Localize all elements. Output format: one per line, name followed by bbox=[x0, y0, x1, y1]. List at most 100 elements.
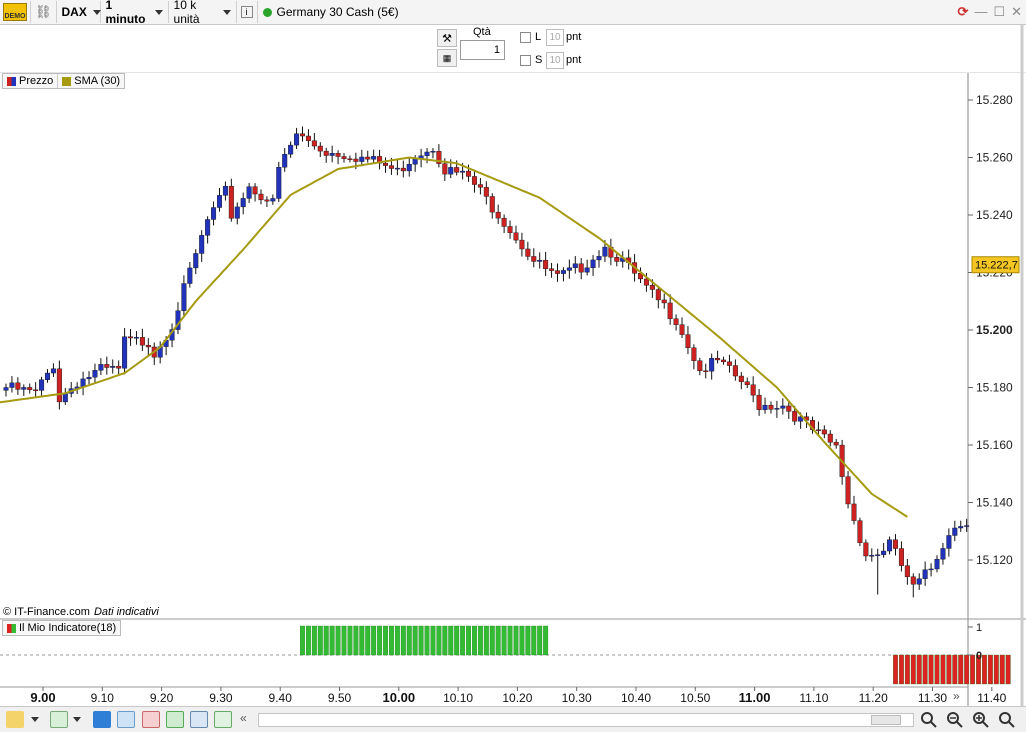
candle-body bbox=[756, 394, 762, 410]
magnifier-icon[interactable] bbox=[998, 711, 1016, 728]
indicator-tick-label: 0 bbox=[976, 650, 982, 662]
drawing-pencil-icon[interactable] bbox=[6, 711, 24, 728]
candle-body bbox=[643, 278, 649, 286]
candle-body bbox=[86, 376, 92, 380]
indicator-legend[interactable]: Il Mio Indicatore(18) bbox=[2, 620, 122, 636]
candle-body bbox=[833, 442, 839, 446]
x-tick-label: 10.50 bbox=[680, 691, 710, 705]
indicator-bar bbox=[537, 625, 543, 656]
indicators-icon[interactable] bbox=[50, 711, 68, 728]
indicator-bar bbox=[300, 625, 305, 656]
legend-price[interactable]: Prezzo bbox=[3, 74, 59, 88]
candle-body bbox=[9, 382, 15, 388]
candle-body bbox=[881, 550, 887, 555]
candle-body bbox=[715, 358, 721, 361]
indicator-bar bbox=[359, 625, 365, 656]
zoom-fit-icon[interactable] bbox=[920, 711, 938, 728]
candle-body bbox=[887, 539, 893, 552]
x-tick-label: 9.40 bbox=[269, 691, 293, 705]
portfolio-icon[interactable] bbox=[214, 711, 232, 728]
expand-right-button[interactable]: » bbox=[953, 689, 960, 703]
candle-body bbox=[122, 336, 128, 369]
indicator-bar bbox=[543, 625, 549, 656]
y-tick-label: 15.200 bbox=[976, 323, 1013, 337]
candle-body bbox=[649, 285, 655, 290]
x-tick-label: 10.40 bbox=[621, 691, 651, 705]
candle-body bbox=[216, 195, 222, 208]
price-swatch-icon bbox=[7, 76, 16, 86]
candle-body bbox=[495, 211, 501, 219]
indicator-bar bbox=[934, 654, 940, 685]
indicator-bar bbox=[910, 654, 916, 685]
x-tick-label: 9.50 bbox=[328, 691, 352, 705]
candle-body bbox=[910, 576, 916, 585]
candle-body bbox=[667, 302, 673, 319]
indicator-bar bbox=[436, 625, 442, 656]
candle-body bbox=[222, 185, 228, 196]
candle-body bbox=[300, 133, 306, 137]
price-chart[interactable]: 15.28015.26015.24015.22015.20015.18015.1… bbox=[0, 0, 1026, 706]
indicator-bar bbox=[898, 654, 904, 685]
time-scrollbar[interactable] bbox=[258, 713, 914, 727]
indicator-bar bbox=[442, 625, 448, 656]
candle-body bbox=[602, 246, 608, 257]
candle-body bbox=[958, 526, 964, 529]
alerts-icon[interactable] bbox=[190, 711, 208, 728]
data-source-note: © IT-Finance.com Dati indicativi bbox=[3, 606, 159, 618]
candle-body bbox=[294, 133, 300, 146]
last-price-label: 15.222,7 bbox=[975, 260, 1018, 272]
candle-body bbox=[133, 337, 139, 339]
candle-body bbox=[507, 226, 513, 233]
zoom-out-icon[interactable] bbox=[946, 711, 964, 728]
candle-body bbox=[246, 186, 252, 199]
candle-body bbox=[815, 429, 821, 431]
candle-body bbox=[679, 324, 685, 335]
candle-body bbox=[270, 198, 276, 202]
candle-body bbox=[721, 359, 727, 363]
candle-body bbox=[205, 219, 211, 236]
y-tick-label: 15.260 bbox=[976, 151, 1013, 165]
indicator-bar bbox=[418, 625, 424, 656]
candle-body bbox=[400, 167, 406, 172]
candle-body bbox=[211, 207, 217, 220]
candle-body bbox=[922, 569, 928, 579]
report-icon[interactable] bbox=[142, 711, 160, 728]
indicator-bar bbox=[999, 654, 1005, 685]
legend-sma[interactable]: SMA (30) bbox=[58, 74, 124, 88]
scroll-start-icon[interactable]: « bbox=[240, 711, 258, 728]
candle-body bbox=[323, 150, 329, 156]
indicator-bar bbox=[406, 625, 412, 656]
indicator-bar bbox=[353, 625, 359, 656]
candle-body bbox=[27, 387, 33, 390]
candle-body bbox=[288, 144, 294, 155]
candle-body bbox=[946, 535, 952, 549]
candle-body bbox=[964, 525, 970, 527]
zoom-in-icon[interactable] bbox=[972, 711, 990, 728]
scroll-thumb[interactable] bbox=[871, 715, 901, 725]
indicator-bar bbox=[412, 625, 418, 656]
orders-icon[interactable] bbox=[166, 711, 184, 728]
candle-body bbox=[228, 185, 234, 219]
candle-body bbox=[584, 267, 590, 273]
x-axis: 9.00 9.10 9.20 9.30 9.40 9.50 10.00 10.10 10.20 1… bbox=[30, 687, 1007, 705]
indicator-bar bbox=[335, 625, 341, 656]
share-icon[interactable] bbox=[93, 711, 111, 728]
chat-icon[interactable] bbox=[117, 711, 135, 728]
candle-body bbox=[685, 334, 691, 349]
candle-body bbox=[501, 217, 507, 227]
candle-body bbox=[383, 162, 389, 166]
candle-body bbox=[703, 370, 709, 372]
candle-body bbox=[448, 167, 454, 175]
candle-body bbox=[311, 140, 317, 147]
indicator-bar bbox=[383, 625, 388, 656]
candle-body bbox=[39, 379, 45, 391]
drawing-menu-chevron-icon[interactable] bbox=[30, 711, 40, 728]
legend-sma-label: SMA (30) bbox=[74, 75, 121, 87]
indicator-bar bbox=[317, 625, 323, 656]
indicators-menu-chevron-icon[interactable] bbox=[72, 711, 82, 728]
x-tick-label: 9.20 bbox=[150, 691, 174, 705]
indicator-bar bbox=[519, 625, 525, 656]
indicator-bar bbox=[377, 625, 383, 656]
candle-body bbox=[329, 153, 335, 156]
candle-body bbox=[471, 176, 477, 185]
